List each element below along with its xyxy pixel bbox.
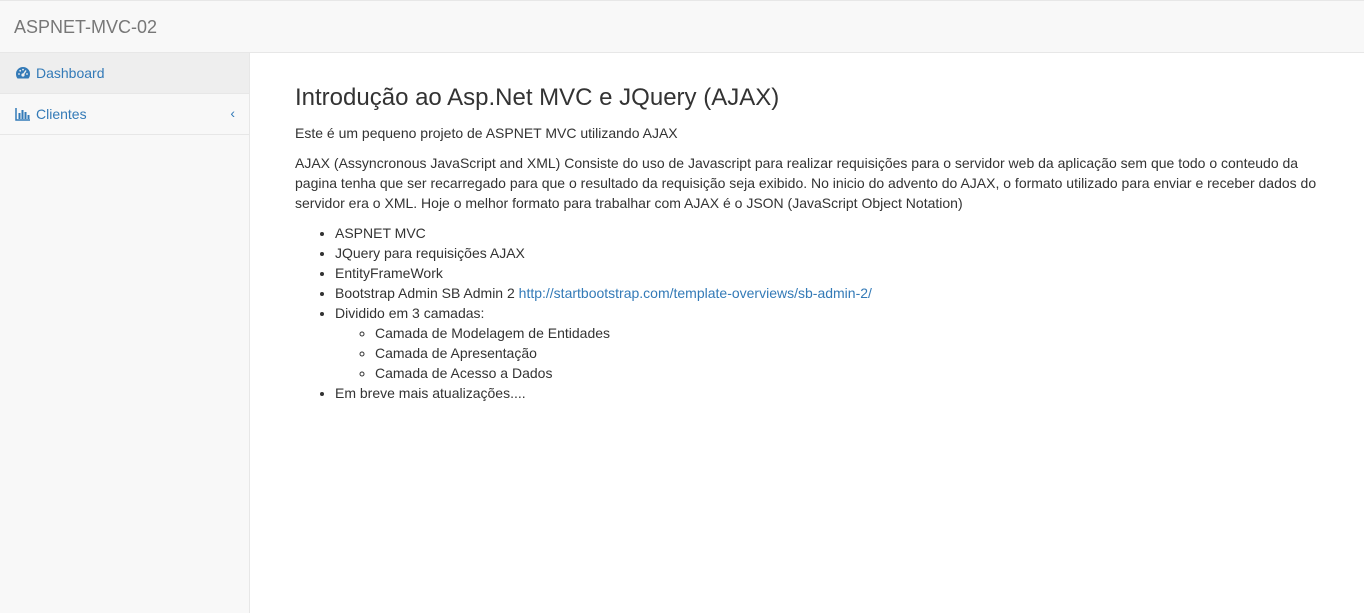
feature-list: ASPNET MVC JQuery para requisições AJAX …	[335, 223, 1334, 403]
list-item: Em breve mais atualizações....	[335, 383, 1334, 403]
sidebar: Dashboard Clientes ‹	[0, 53, 250, 613]
sub-list-item: Camada de Acesso a Dados	[375, 363, 1334, 383]
dashboard-icon	[15, 66, 31, 80]
brand-link[interactable]: ASPNET-MVC-02	[14, 17, 157, 37]
list-item-text: Dividido em 3 camadas:	[335, 305, 485, 321]
list-item: Bootstrap Admin SB Admin 2 http://startb…	[335, 283, 1334, 303]
list-item: EntityFrameWork	[335, 263, 1334, 283]
sub-list: Camada de Modelagem de Entidades Camada …	[375, 323, 1334, 383]
main-content: Introdução ao Asp.Net MVC e JQuery (AJAX…	[250, 53, 1364, 613]
description-text: AJAX (Assyncronous JavaScript and XML) C…	[295, 155, 1317, 211]
sidebar-item-label: Dashboard	[36, 65, 105, 81]
sub-list-item: Camada de Apresentação	[375, 343, 1334, 363]
bar-chart-icon	[15, 107, 31, 121]
sub-list-item: Camada de Modelagem de Entidades	[375, 323, 1334, 343]
sidebar-item-label: Clientes	[36, 106, 87, 122]
intro-text: Este é um pequeno projeto de ASPNET MVC …	[295, 125, 678, 141]
sidebar-item-dashboard[interactable]: Dashboard	[0, 53, 249, 94]
chevron-left-icon[interactable]: ‹	[230, 105, 235, 121]
sidebar-item-clientes[interactable]: Clientes ‹	[0, 94, 249, 135]
list-item: JQuery para requisições AJAX	[335, 243, 1334, 263]
sb-admin-link[interactable]: http://startbootstrap.com/template-overv…	[519, 285, 872, 301]
list-item: ASPNET MVC	[335, 223, 1334, 243]
top-navbar: ASPNET-MVC-02	[0, 0, 1364, 53]
list-item-text: Bootstrap Admin SB Admin 2	[335, 285, 519, 301]
page-title: Introdução ao Asp.Net MVC e JQuery (AJAX…	[295, 84, 780, 111]
list-item: Dividido em 3 camadas: Camada de Modelag…	[335, 303, 1334, 383]
